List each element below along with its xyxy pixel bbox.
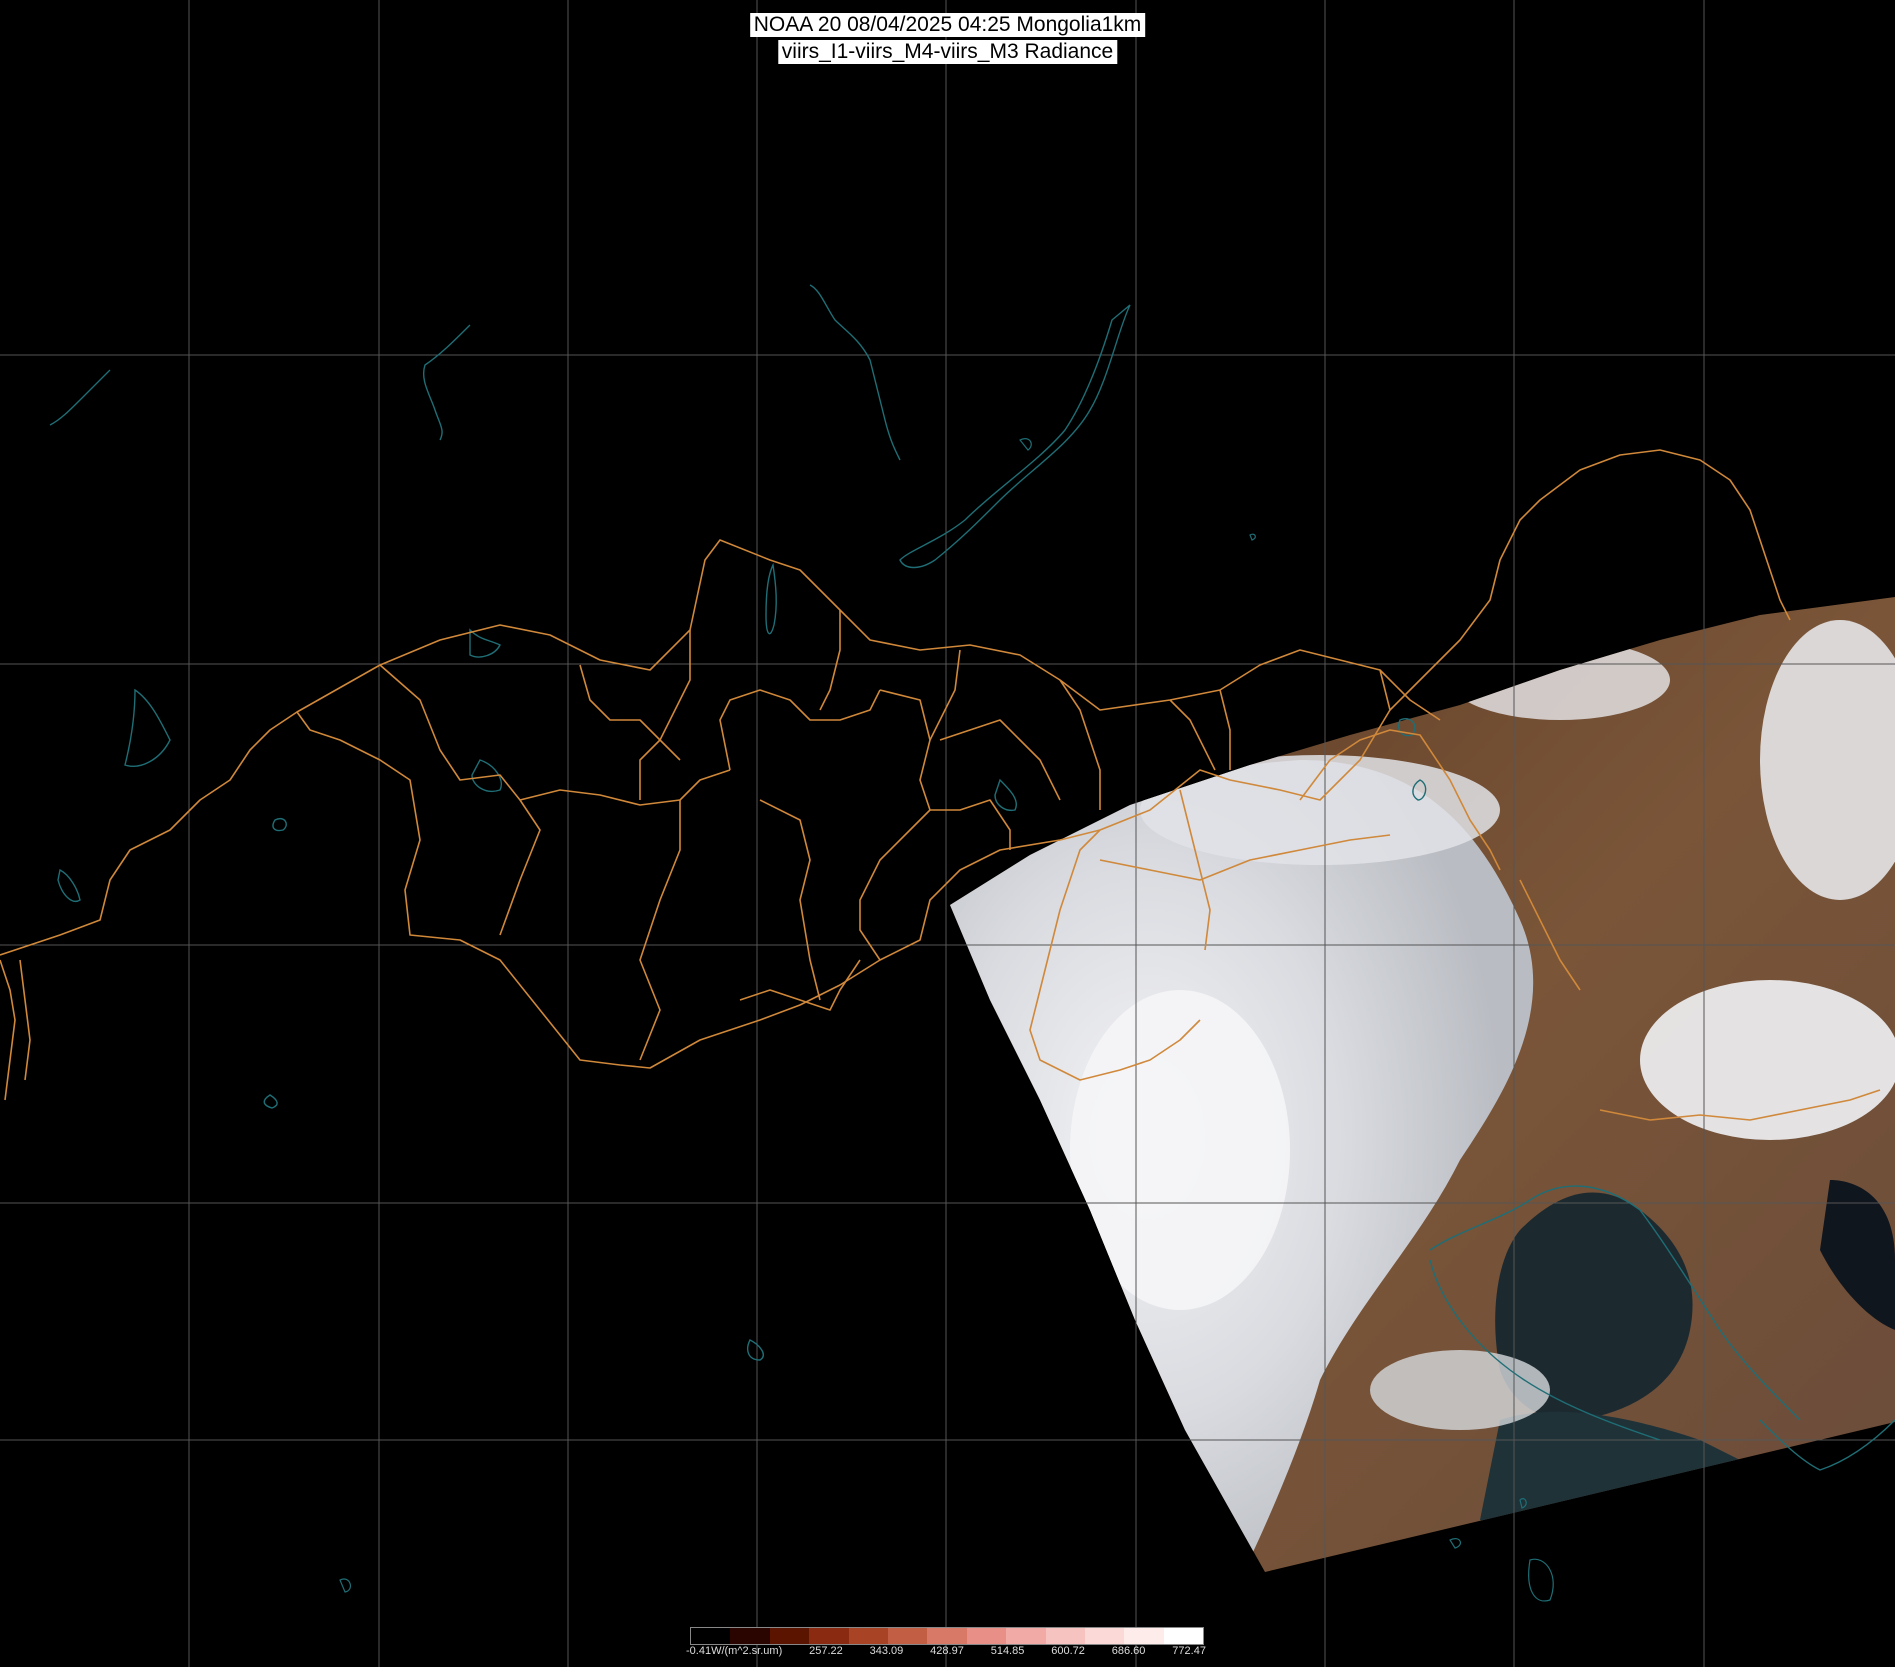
colorbar-swatch	[691, 1628, 731, 1644]
colorbar-swatch	[809, 1628, 849, 1644]
aimag-border	[739, 959, 861, 1011]
cloud-band	[1070, 990, 1290, 1310]
colorbar-unit-label: -0.41W/(m^2.sr.um)	[686, 1645, 783, 1657]
colorbar-swatch	[887, 1628, 928, 1644]
river	[423, 324, 471, 441]
colorbar-swatch	[769, 1628, 810, 1644]
aimag-border	[519, 769, 731, 806]
colorbar-tick-label: 514.85	[990, 1645, 1025, 1657]
lake	[124, 688, 171, 767]
colorbar-swatch	[1084, 1628, 1125, 1644]
colorbar-swatch	[1124, 1628, 1164, 1644]
cloud-band	[1370, 1350, 1550, 1430]
aimag-border	[819, 610, 841, 711]
colorbar-tick-label: 257.22	[809, 1645, 843, 1657]
aimag-border	[639, 800, 681, 1061]
colorbar-swatch	[730, 1628, 770, 1644]
colorbar-swatch	[1045, 1628, 1085, 1644]
lake-baikal	[899, 304, 1131, 569]
colorbar-swatch	[927, 1628, 967, 1644]
colorbar-swatch	[1006, 1628, 1046, 1644]
lake	[469, 628, 501, 658]
satellite-swath	[950, 597, 1895, 1572]
colorbar-swatch	[966, 1628, 1007, 1644]
lake	[263, 1094, 278, 1109]
satellite-map	[0, 0, 1895, 1667]
lake	[57, 868, 81, 902]
colorbar-labels: -0.41W/(m^2.sr.um) 257.22 343.09 428.97 …	[686, 1645, 1206, 1661]
colorbar-tick-label: 343.09	[869, 1645, 904, 1657]
aimag-border	[719, 689, 881, 771]
lake-khovsgol	[765, 562, 777, 635]
aimag-border	[1059, 679, 1101, 810]
lake	[272, 818, 287, 832]
river	[49, 369, 111, 426]
aimag-border	[1219, 689, 1231, 770]
aimag-border	[1169, 699, 1216, 771]
aimag-border	[939, 719, 1061, 801]
colorbar-tick-label: 600.72	[1051, 1645, 1085, 1657]
yenisei-river	[809, 284, 901, 461]
aimag-border	[879, 689, 1011, 850]
aimag-border	[759, 799, 821, 1001]
cloud-band	[1450, 640, 1670, 720]
kazakhstan-border	[0, 711, 298, 956]
colorbar-swatch	[1163, 1628, 1204, 1644]
colorbar	[690, 1627, 1204, 1645]
map-title-line-2: viirs_I1-viirs_M4-viirs_M3 Radiance	[777, 40, 1118, 64]
lake	[747, 1339, 764, 1361]
aimag-border	[379, 664, 541, 936]
map-title-line-1: NOAA 20 08/04/2025 04:25 Mongolia1km	[749, 13, 1146, 37]
colorbar-tick-label: 686.60	[1111, 1645, 1146, 1657]
lake	[994, 778, 1017, 812]
border	[0, 959, 16, 1101]
aimag-border	[859, 809, 931, 961]
colorbar-tick-label: 772.47	[1172, 1645, 1206, 1657]
border	[19, 959, 31, 1081]
colorbar-swatch	[848, 1628, 888, 1644]
colorbar-tick-label: 428.97	[930, 1645, 964, 1657]
aimag-border	[579, 664, 681, 761]
